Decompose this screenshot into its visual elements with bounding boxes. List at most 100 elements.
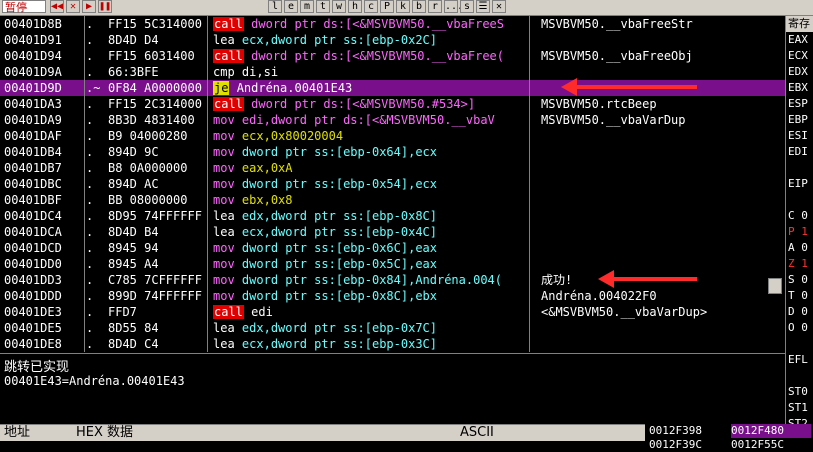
toolbar-button[interactable]: ✕ [66,0,80,13]
disasm-row[interactable]: 00401DE3. FFD7 call edi <&MSVBVM50.__vbaVar… [0,304,785,320]
scrollbar-thumb[interactable] [768,278,782,294]
instruction-text: mov ecx,0x80020004 [213,128,528,144]
toolbar-button[interactable]: t [316,0,330,13]
toolbar-button[interactable]: ✕ [492,0,506,13]
registers-pane[interactable]: 寄存 EAX ECX EDX EBX ESP EBP ESI EDI EIP C 0 P 1 A 0 Z… [785,16,813,446]
run-status: 暂停 [2,0,46,14]
register-label: O 0 [788,321,808,334]
instruction-text: call dword ptr ds:[<&MSVBVM50.__vbaFree( [213,48,528,64]
jump-marker: . [86,65,94,79]
disasm-row[interactable]: 00401DD0. 8945 A4 mov dword ptr ss:[ebp-0x… [0,256,785,272]
operand: dword ptr ss:[ebp-0x84],Andréna.004( [241,273,503,287]
register-label: ESP [788,97,808,110]
disasm-row[interactable]: 00401D94. FF15 6031400 call dword ptr ds:[… [0,48,785,64]
stack-value: 0012F55C [731,438,784,451]
opcode-bytes: FF15 6031400 [108,49,195,63]
disasm-row[interactable]: 00401D9A. 66:3BFE cmp di,si [0,64,785,80]
toolbar-button[interactable]: ▶ [82,0,96,13]
mnemonic: call [213,17,244,31]
mnemonic: mov [213,113,235,127]
toolbar-button[interactable]: ◀◀ [50,0,64,13]
disasm-row[interactable]: 00401D8B. FF15 5C314000 call dword ptr ds:… [0,16,785,32]
operand: dword ptr ss:[ebp-0x6C],eax [241,241,437,255]
instruction-address: 00401DD3 [4,273,62,287]
register-label: EBP [788,113,808,126]
instruction-address: 00401DBC [4,177,62,191]
toolbar-button[interactable]: b [412,0,426,13]
opcode-bytes: 66:3BFE [108,65,159,79]
toolbar-button[interactable]: m [300,0,314,13]
disasm-row[interactable]: 00401DB4. 894D 9C mov dword ptr ss:[ebp-0x… [0,144,785,160]
dump-col-hex[interactable]: HEX 数据 [76,425,133,441]
toolbar-button[interactable]: l [268,0,282,13]
toolbar-button[interactable]: e [284,0,298,13]
disasm-row[interactable]: 00401DC4. 8D95 74FFFFFF lea edx,dword ptr … [0,208,785,224]
stack-pane[interactable]: 0012F398 0012F480 0012F39C 0012F55C [645,424,813,451]
jump-marker: . [86,209,94,223]
register-label: ESI [788,129,808,142]
toolbar-button[interactable]: ☰ [476,0,490,13]
operand: eax,0xA [241,161,293,175]
dump-header: 地址 HEX 数据 ASCII [0,424,645,441]
toolbar-button[interactable]: ... [444,0,463,13]
stack-value-selected[interactable]: 0012F480 [731,424,811,438]
opcode-bytes: 0F84 A0000000 [108,81,202,95]
instruction-address: 00401DCA [4,225,62,239]
disassembly-pane[interactable]: 00401D8B. FF15 5C314000 call dword ptr ds:… [0,16,785,352]
disasm-row[interactable]: 00401DDD. 899D 74FFFFFF mov dword ptr ss:[… [0,288,785,304]
disasm-row[interactable]: 00401DCA. 8D4D B4 lea ecx,dword ptr ss:[eb… [0,224,785,240]
dump-col-ascii[interactable]: ASCII [460,425,494,441]
disasm-row[interactable]: 00401DBC. 894D AC mov dword ptr ss:[ebp-0x… [0,176,785,192]
operand: dword ptr ss:[ebp-0x64],ecx [241,145,437,159]
toolbar-button[interactable]: P [380,0,394,13]
opcode-bytes: B8 0A000000 [108,161,188,175]
instruction-address: 00401DA9 [4,113,62,127]
debugger-toolbar: 暂停 ◀◀ ✕ ▶ ❚❚ l e m t w h c Pk b r... s ☰ ✕ [0,0,813,16]
annotation-arrow-success [598,270,697,288]
disasm-row[interactable]: 00401DBF. BB 08000000 mov ebx,0x8 [0,192,785,208]
opcode-bytes: 8D4D C4 [108,337,159,351]
opcode-bytes: 8945 94 [108,241,159,255]
instruction-text: lea ecx,dword ptr ss:[ebp-0x3C] [213,336,528,352]
annotation-arrow-je [561,78,697,96]
disasm-row[interactable]: 00401D91. 8D4D D4 lea ecx,dword ptr ss:[eb… [0,32,785,48]
toolbar-button[interactable]: r [428,0,442,13]
disasm-row[interactable]: 00401DCD. 8945 94 mov dword ptr ss:[ebp-0x… [0,240,785,256]
disasm-row[interactable]: 00401DA3. FF15 2C314000 call dword ptr ds:… [0,96,785,112]
operand: dword ptr ss:[ebp-0x54],ecx [241,177,437,191]
instruction-address: 00401DCD [4,241,62,255]
jump-marker: . [86,145,94,159]
disasm-row[interactable]: 00401DAF. B9 04000280 mov ecx,0x80020004 [0,128,785,144]
jump-marker: . [86,225,94,239]
operand: edx,dword ptr ss:[ebp-0x8C] [241,209,437,223]
jump-marker: .~ [86,81,101,95]
register-label: EIP [788,177,808,190]
disasm-row[interactable]: 00401DB7. B8 0A000000 mov eax,0xA [0,160,785,176]
opcode-bytes: 8945 A4 [108,257,159,271]
stack-address: 0012F398 [649,424,702,437]
toolbar-button[interactable]: h [348,0,362,13]
toolbar-button[interactable]: ❚❚ [98,0,112,13]
dump-col-address[interactable]: 地址 [4,425,30,441]
disasm-row[interactable]: 00401DE8. 8D4D C4 lea ecx,dword ptr ss:[eb… [0,336,785,352]
instruction-address: 00401DE5 [4,321,62,335]
instruction-comment: Andréna.004022F0 [541,289,657,303]
opcode-bytes: 8D55 84 [108,321,159,335]
toolbar-button[interactable]: w [332,0,346,13]
jump-marker: . [86,17,94,31]
toolbar-button[interactable]: s [460,0,474,13]
opcode-bytes: FF15 5C314000 [108,17,202,31]
jump-marker: . [86,49,94,63]
opcode-bytes: 8B3D 4831400 [108,113,195,127]
operand: ecx,0x80020004 [241,129,344,143]
instruction-text: mov dword ptr ss:[ebp-0x84],Andréna.004( [213,272,528,288]
instruction-address: 00401DB4 [4,145,62,159]
jump-status-text: 跳转已实现 [4,360,70,375]
disasm-row[interactable]: 00401DA9. 8B3D 4831400 mov edi,dword ptr d… [0,112,785,128]
disasm-row[interactable]: 00401DE5. 8D55 84 lea edx,dword ptr ss:[eb… [0,320,785,336]
toolbar-button[interactable]: k [396,0,410,13]
toolbar-button[interactable]: c [364,0,378,13]
opcode-bytes: B9 04000280 [108,129,188,143]
opcode-bytes: C785 7CFFFFFF [108,273,202,287]
instruction-comment: <&MSVBVM50.__vbaVarDup> [541,305,708,319]
